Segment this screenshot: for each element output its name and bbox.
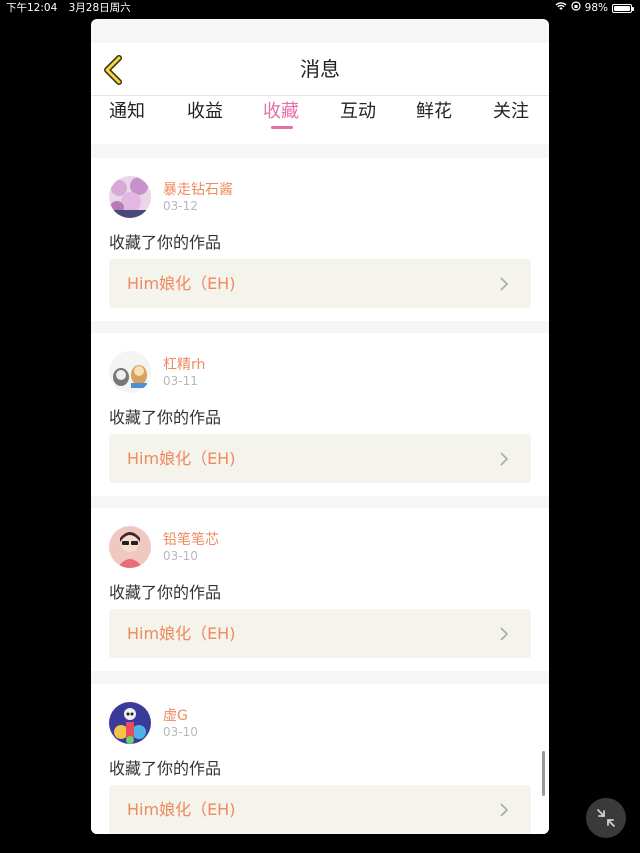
- avatar[interactable]: [109, 176, 151, 218]
- avatar[interactable]: [109, 351, 151, 393]
- work-link[interactable]: Him娘化（EH): [109, 785, 531, 834]
- tab-bar: 通知 收益 收藏 互动 鲜花 关注: [91, 96, 549, 144]
- active-tab-indicator: [271, 126, 293, 129]
- message-date: 03-12: [163, 199, 198, 213]
- work-link[interactable]: Him娘化（EH): [109, 609, 531, 658]
- tab-label: 收益: [187, 101, 223, 122]
- message-date: 03-10: [163, 549, 198, 563]
- username[interactable]: 铅笔笔芯: [163, 529, 219, 549]
- page-title: 消息: [300, 57, 340, 81]
- avatar[interactable]: [109, 526, 151, 568]
- scrollbar[interactable]: [542, 751, 545, 796]
- tab-interactions[interactable]: 互动: [328, 96, 388, 144]
- tab-earnings[interactable]: 收益: [175, 96, 235, 144]
- minimize-button[interactable]: [586, 798, 626, 838]
- orientation-lock-icon: [571, 0, 581, 16]
- tab-following[interactable]: 关注: [481, 96, 541, 144]
- message-card: 杠精rh 03-11 收藏了你的作品 Him娘化（EH): [91, 333, 549, 496]
- nav-bar: 消息: [91, 43, 549, 96]
- chevron-right-icon: [500, 627, 509, 641]
- tab-label: 互动: [340, 101, 376, 122]
- message-card: 铅笔笔芯 03-10 收藏了你的作品 Him娘化（EH): [91, 508, 549, 671]
- avatar[interactable]: [109, 702, 151, 744]
- tab-flowers[interactable]: 鲜花: [404, 96, 464, 144]
- work-title: Him娘化（EH): [127, 274, 236, 293]
- status-bar: 下午12:04 3月28日周六 98%: [0, 0, 640, 18]
- tab-label: 关注: [493, 101, 529, 122]
- action-text: 收藏了你的作品: [109, 408, 222, 427]
- message-card: 暴走钻石酱 03-12 收藏了你的作品 Him娘化（EH): [91, 158, 549, 321]
- username[interactable]: 暴走钻石酱: [163, 179, 233, 199]
- work-link[interactable]: Him娘化（EH): [109, 259, 531, 308]
- username[interactable]: 杠精rh: [163, 354, 205, 374]
- tab-notifications[interactable]: 通知: [97, 96, 157, 144]
- battery-percent: 98%: [584, 2, 608, 14]
- collapse-arrows-icon: [597, 809, 615, 827]
- username[interactable]: 虚G: [163, 705, 188, 725]
- status-time: 下午12:04: [6, 2, 58, 14]
- action-text: 收藏了你的作品: [109, 583, 222, 602]
- work-title: Him娘化（EH): [127, 624, 236, 643]
- work-link[interactable]: Him娘化（EH): [109, 434, 531, 483]
- message-card: 虚G 03-10 收藏了你的作品 Him娘化（EH): [91, 684, 549, 834]
- chevron-right-icon: [500, 277, 509, 291]
- tab-label: 通知: [109, 101, 145, 122]
- message-date: 03-10: [163, 725, 198, 739]
- tab-label: 收藏: [263, 101, 299, 122]
- work-title: Him娘化（EH): [127, 800, 236, 819]
- message-date: 03-11: [163, 374, 198, 388]
- battery-fill: [614, 5, 630, 11]
- status-date: 3月28日周六: [68, 2, 131, 14]
- tab-favorites[interactable]: 收藏: [251, 96, 311, 144]
- battery-icon: [612, 3, 634, 13]
- app-panel: 消息 通知 收益 收藏 互动 鲜花 关注 暴走钻石酱 03-12 收藏了你的作品…: [91, 19, 549, 834]
- wifi-icon: [555, 0, 567, 16]
- tab-label: 鲜花: [416, 101, 452, 122]
- chevron-right-icon: [500, 452, 509, 466]
- action-text: 收藏了你的作品: [109, 233, 222, 252]
- chevron-right-icon: [500, 803, 509, 817]
- work-title: Him娘化（EH): [127, 449, 236, 468]
- action-text: 收藏了你的作品: [109, 759, 222, 778]
